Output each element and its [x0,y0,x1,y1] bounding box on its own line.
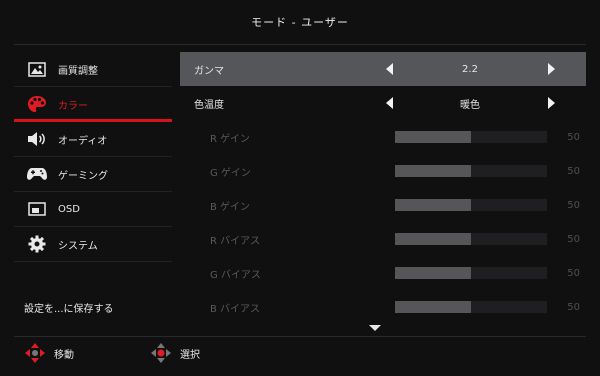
b-bias-row[interactable]: B バイアス 50 [180,290,586,324]
color-temp-value: 暖色 [460,99,480,111]
picture-icon [26,60,48,78]
sidebar-item-osd[interactable]: OSD [14,192,172,227]
gamma-label: ガンマ [194,65,224,77]
color-temp-label: 色温度 [194,99,224,111]
right-arrow-icon[interactable] [548,97,555,109]
slider-label: B ゲイン [210,201,250,213]
slider-fill [395,267,471,279]
slider-value: 50 [567,233,580,245]
sidebar-item-system[interactable]: システム [14,227,172,262]
slider-value: 50 [567,199,580,211]
sidebar-item-color[interactable]: カラー [14,87,172,122]
sidebar-item-label: ゲーミング [58,170,108,182]
g-bias-row[interactable]: G バイアス 50 [180,256,586,290]
slider-track[interactable] [395,233,547,245]
slider-fill [395,131,471,143]
sidebar: 画質調整 カラー オーディオ ゲーミング OSD システム [14,52,172,262]
slider-track[interactable] [395,165,547,177]
r-gain-row[interactable]: R ゲイン 50 [180,120,586,154]
slider-track[interactable] [395,301,547,313]
scroll-down-icon[interactable] [369,325,381,331]
gamma-row[interactable]: ガンマ 2.2 [180,52,586,86]
select-label: 選択 [180,349,200,361]
slider-track[interactable] [395,131,547,143]
sidebar-item-audio[interactable]: オーディオ [14,122,172,157]
left-arrow-icon[interactable] [386,97,393,109]
dpad-select-icon [151,343,171,363]
gamma-value: 2.2 [462,63,478,75]
slider-label: R バイアス [210,235,261,247]
menu-title: モード - ユーザー [251,16,349,29]
osd-icon [26,200,48,218]
select-hint: 選択 [150,342,200,364]
slider-value: 50 [567,267,580,279]
slider-fill [395,301,471,313]
footer-divider [14,336,586,337]
slider-track[interactable] [395,199,547,211]
sidebar-item-picture[interactable]: 画質調整 [14,52,172,87]
slider-label: B バイアス [210,303,261,315]
gear-icon [26,235,48,253]
gamepad-icon [26,165,48,183]
slider-track[interactable] [395,267,547,279]
slider-fill [395,233,471,245]
sidebar-item-label: OSD [58,203,80,215]
sidebar-item-label: 画質調整 [58,65,98,77]
sidebar-item-label: オーディオ [58,135,108,147]
color-settings-panel: ガンマ 2.2 色温度 暖色 R ゲイン 50 G ゲイン 50 B ゲイン 5… [180,52,586,331]
sidebar-item-gaming[interactable]: ゲーミング [14,157,172,192]
r-bias-row[interactable]: R バイアス 50 [180,222,586,256]
speaker-icon [26,130,48,148]
slider-value: 50 [567,131,580,143]
footer: 移動 選択 [0,338,600,368]
b-gain-row[interactable]: B ゲイン 50 [180,188,586,222]
color-temp-row[interactable]: 色温度 暖色 [180,86,586,120]
move-hint: 移動 [24,342,74,364]
sidebar-item-label: カラー [58,100,88,112]
sidebar-item-label: システム [58,240,98,252]
title-divider [14,44,586,45]
slider-label: G ゲイン [210,167,251,179]
osd-menu: モード - ユーザー 画質調整 カラー オーディオ ゲーミング OSD システム… [0,0,600,376]
slider-label: G バイアス [210,269,261,281]
slider-fill [395,199,471,211]
dpad-move-icon [25,343,45,363]
g-gain-row[interactable]: G ゲイン 50 [180,154,586,188]
slider-value: 50 [567,165,580,177]
move-label: 移動 [54,349,74,361]
save-settings-item[interactable]: 設定を...に保存する [24,300,114,315]
slider-value: 50 [567,301,580,313]
slider-fill [395,165,471,177]
left-arrow-icon[interactable] [386,63,393,75]
palette-icon [26,95,48,113]
right-arrow-icon[interactable] [548,63,555,75]
slider-label: R ゲイン [210,133,250,145]
